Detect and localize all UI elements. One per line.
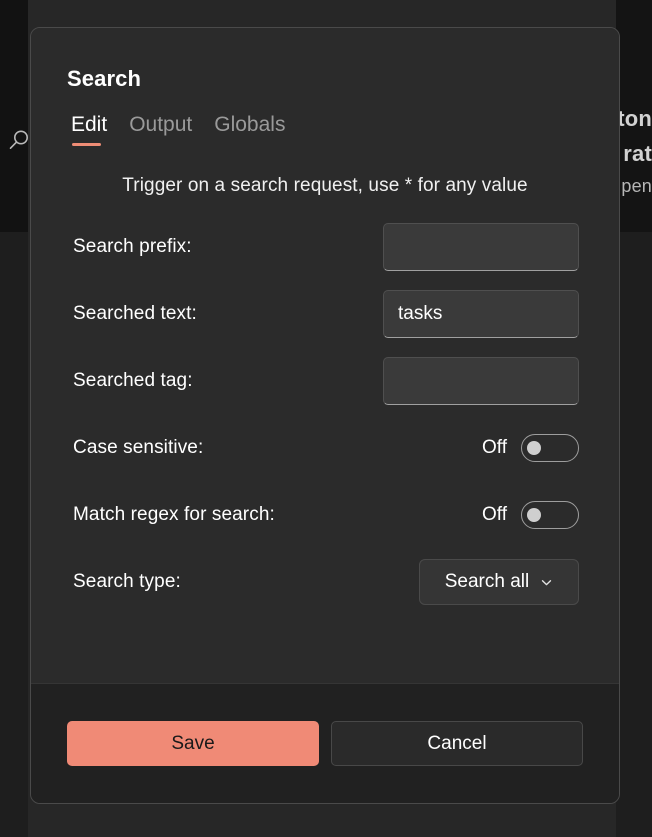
- background-left-panel: [0, 0, 28, 232]
- toggle-knob: [527, 508, 541, 522]
- field-row-match-regex: Match regex for search: Off: [73, 489, 579, 541]
- background-text-fragment-3: pen: [621, 176, 652, 196]
- match-regex-state-label: Off: [482, 504, 507, 525]
- control-case-sensitive: Off: [482, 434, 579, 462]
- case-sensitive-state-label: Off: [482, 437, 507, 458]
- label-case-sensitive: Case sensitive:: [73, 437, 204, 458]
- search-type-value: Search all: [444, 571, 530, 592]
- dialog-description: Trigger on a search request, use * for a…: [122, 175, 528, 196]
- control-searched-text: [383, 290, 579, 338]
- field-row-searched-text: Searched text:: [73, 288, 579, 340]
- dialog-tabs: Edit Output Globals: [31, 92, 619, 146]
- tab-edit[interactable]: Edit: [71, 114, 107, 146]
- label-search-prefix: Search prefix:: [73, 236, 192, 257]
- label-match-regex: Match regex for search:: [73, 504, 275, 525]
- control-search-prefix: [383, 223, 579, 271]
- label-searched-text: Searched text:: [73, 303, 197, 324]
- control-search-type: Search all: [419, 559, 579, 605]
- search-dialog: Search Edit Output Globals Trigger on a …: [30, 27, 620, 804]
- field-row-case-sensitive: Case sensitive: Off: [73, 422, 579, 474]
- background-text-fragment-2: rat: [623, 141, 652, 166]
- background-right-lower-panel: [616, 232, 652, 837]
- save-button[interactable]: Save: [67, 721, 319, 766]
- chevron-down-icon: [540, 576, 553, 589]
- background-left-lower-panel: [0, 232, 28, 837]
- label-searched-tag: Searched tag:: [73, 370, 193, 391]
- toggle-knob: [527, 441, 541, 455]
- dialog-footer: Save Cancel: [31, 683, 619, 803]
- match-regex-toggle[interactable]: [521, 501, 579, 529]
- background-text-fragment-1: ton: [617, 106, 652, 131]
- search-prefix-input[interactable]: [383, 223, 579, 271]
- control-match-regex: Off: [482, 501, 579, 529]
- search-form: Search prefix: Searched text: Searched t…: [31, 197, 619, 608]
- field-row-search-prefix: Search prefix:: [73, 221, 579, 273]
- field-row-search-type: Search type: Search all: [73, 556, 579, 608]
- control-searched-tag: [383, 357, 579, 405]
- field-row-searched-tag: Searched tag:: [73, 355, 579, 407]
- dialog-title: Search: [67, 66, 141, 91]
- case-sensitive-toggle[interactable]: [521, 434, 579, 462]
- search-type-dropdown[interactable]: Search all: [419, 559, 579, 605]
- label-search-type: Search type:: [73, 571, 181, 592]
- searched-tag-input[interactable]: [383, 357, 579, 405]
- searched-text-input[interactable]: [383, 290, 579, 338]
- cancel-button[interactable]: Cancel: [331, 721, 583, 766]
- tab-output[interactable]: Output: [129, 114, 192, 146]
- tab-globals[interactable]: Globals: [214, 114, 285, 146]
- dialog-body: Search Edit Output Globals Trigger on a …: [31, 28, 619, 683]
- search-icon[interactable]: [6, 128, 32, 154]
